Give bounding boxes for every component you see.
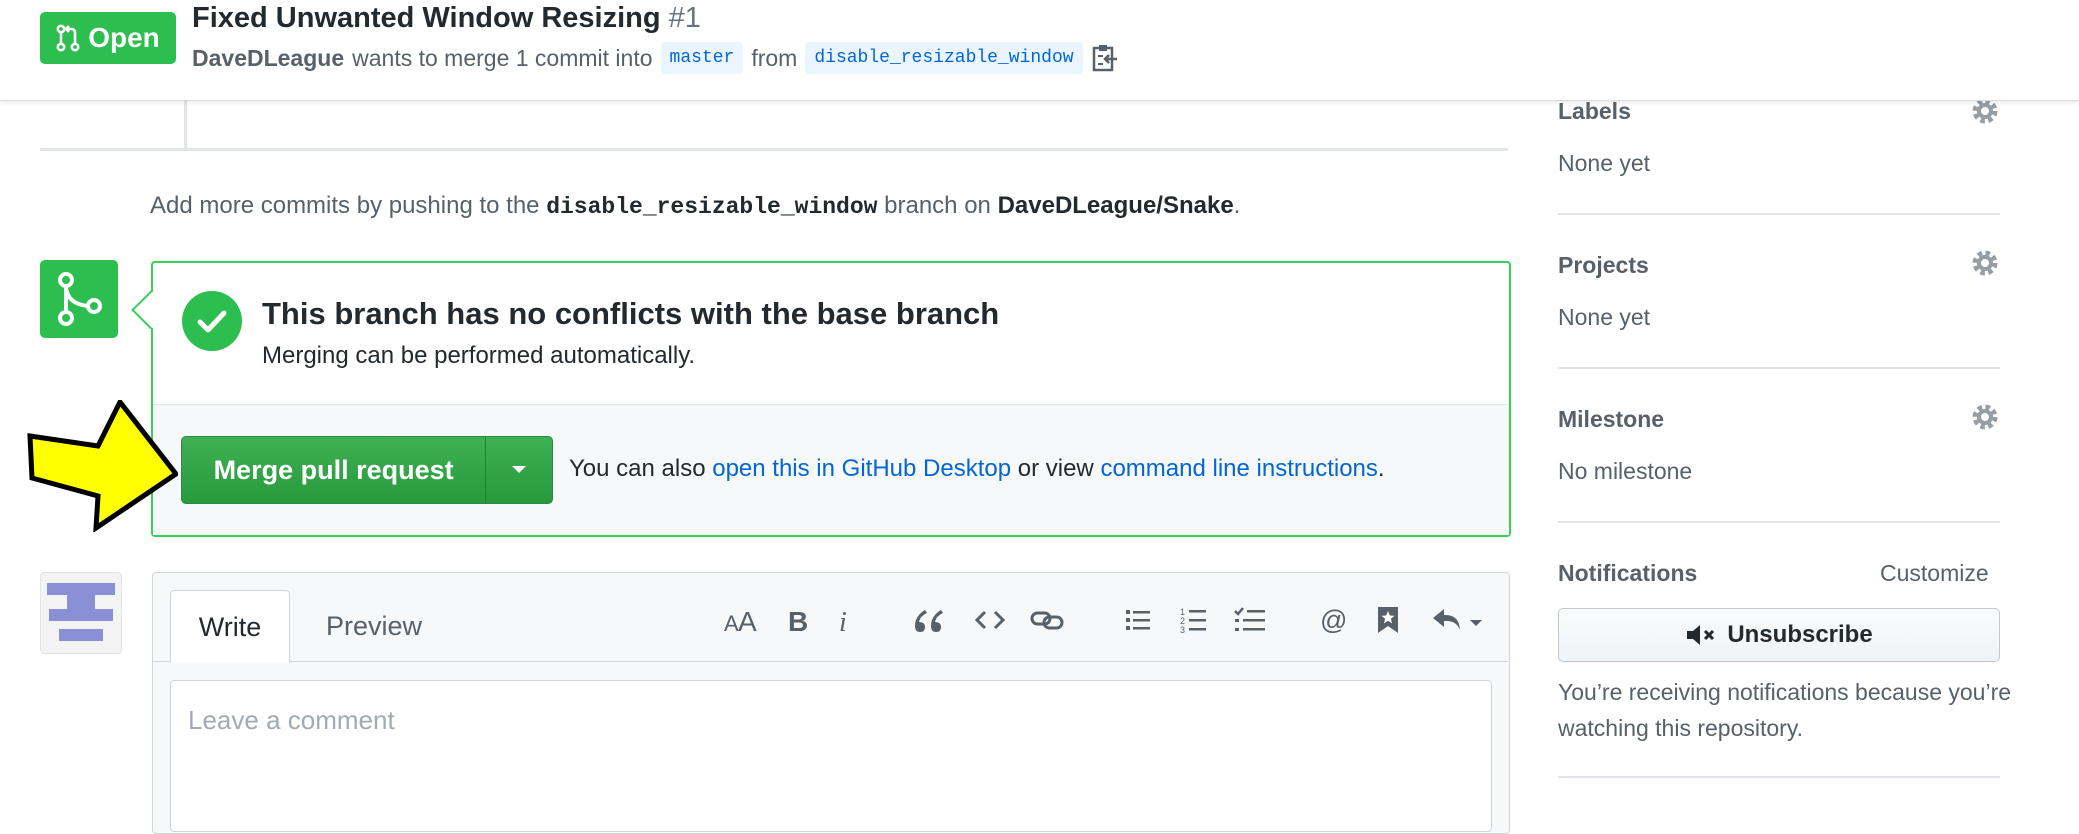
tab-write[interactable]: Write [170,590,290,663]
chevron-down-icon [512,466,527,473]
italic-icon[interactable]: i [830,600,860,640]
base-branch[interactable]: master [660,42,744,74]
task-list-icon[interactable] [1230,600,1270,640]
merge-pull-request-button[interactable]: Merge pull request [182,437,487,503]
svg-text:@: @ [1320,605,1347,635]
quote-icon[interactable] [910,600,946,640]
tab-preview[interactable]: Preview [306,590,442,662]
merge-status-subtitle: Merging can be performed automatically. [262,342,696,369]
avatar[interactable] [40,572,122,654]
comment-placeholder: Leave a comment [188,705,395,735]
labels-value: None yet [1558,150,1651,176]
notifications-description: You’re receiving notifications because y… [1558,679,2012,741]
from-text: from [751,44,798,71]
merge-text: wants to merge 1 commit into [352,44,653,71]
sticky-header: Open Fixed Unwanted Window Resizing #1 D… [0,0,2079,101]
status-badge-label: Open [88,22,160,53]
projects-heading: Projects [1558,252,1649,278]
unsubscribe-button[interactable]: Unsubscribe [1558,608,2000,662]
pr-number: #1 [668,2,701,34]
author-link[interactable]: DaveDLeague [192,45,344,72]
unsubscribe-label: Unsubscribe [1727,621,1873,648]
bullet-list-icon[interactable] [1120,600,1156,640]
timeline-divider [40,148,1508,151]
sidebar-divider [1558,213,2000,215]
milestone-heading: Milestone [1558,406,1665,432]
merge-method-dropdown[interactable] [486,437,552,503]
notifications-heading: Notifications [1558,560,1698,586]
alt-suffix: . [1377,455,1385,482]
add-commits-middle: branch on [884,192,991,219]
pull-request-icon [56,24,80,52]
add-commits-repo: DaveDLeague/Snake [997,192,1234,219]
merge-alternatives: You can also open this in GitHub Desktop… [569,455,1385,483]
mention-icon[interactable]: @ [1314,600,1354,640]
code-icon[interactable] [970,600,1010,640]
add-commits-suffix: . [1233,192,1241,219]
milestone-value: No milestone [1558,458,1693,484]
status-badge: Open [40,12,176,64]
highlight-arrow-icon [26,397,180,537]
text-size-icon[interactable]: AA [722,600,762,640]
page-title: Fixed Unwanted Window Resizing #1 [192,2,701,35]
gear-icon[interactable] [1970,402,2000,432]
pr-subtitle: DaveDLeague wants to merge 1 commit into… [192,42,1119,74]
svg-text:i: i [839,607,847,635]
labels-heading: Labels [1558,98,1631,124]
add-commits-prefix: Add more commits by pushing to the [150,192,540,219]
saved-reply-icon[interactable] [1370,600,1406,640]
svg-text:B: B [788,606,808,635]
svg-text:A: A [738,606,757,634]
gear-icon[interactable] [1970,248,2000,278]
timeline-line [184,100,187,148]
clipboard-icon[interactable] [1091,43,1119,73]
sidebar-divider [1558,521,2000,523]
add-commits-branch: disable_resizable_window [546,194,878,220]
alt-prefix: You can also [569,455,706,482]
comment-textarea[interactable] [170,680,1492,832]
pr-title-text: Fixed Unwanted Window Resizing [192,2,661,34]
merge-branch-icon [40,260,118,338]
svg-text:3: 3 [1180,625,1185,634]
merge-button-group: Merge pull request [181,436,553,504]
alt-middle: or view [1017,455,1094,482]
reply-icon[interactable] [1428,600,1486,640]
command-line-instructions-link[interactable]: command line instructions [1100,455,1377,482]
sidebar-divider [1558,367,2000,369]
merge-status-title: This branch has no conflicts with the ba… [262,296,1000,331]
sidebar-divider [1558,776,2000,778]
head-branch[interactable]: disable_resizable_window [805,42,1083,74]
numbered-list-icon[interactable]: 123 [1176,600,1212,640]
projects-value: None yet [1558,304,1651,330]
check-icon [182,291,242,351]
mute-icon [1687,625,1715,645]
bold-icon[interactable]: B [780,600,816,640]
customize-link[interactable]: Customize [1880,560,1989,587]
open-in-desktop-link[interactable]: open this in GitHub Desktop [712,455,1011,482]
link-icon[interactable] [1026,600,1068,640]
svg-text:A: A [724,611,739,634]
add-commits-note: Add more commits by pushing to the disab… [150,192,1240,220]
